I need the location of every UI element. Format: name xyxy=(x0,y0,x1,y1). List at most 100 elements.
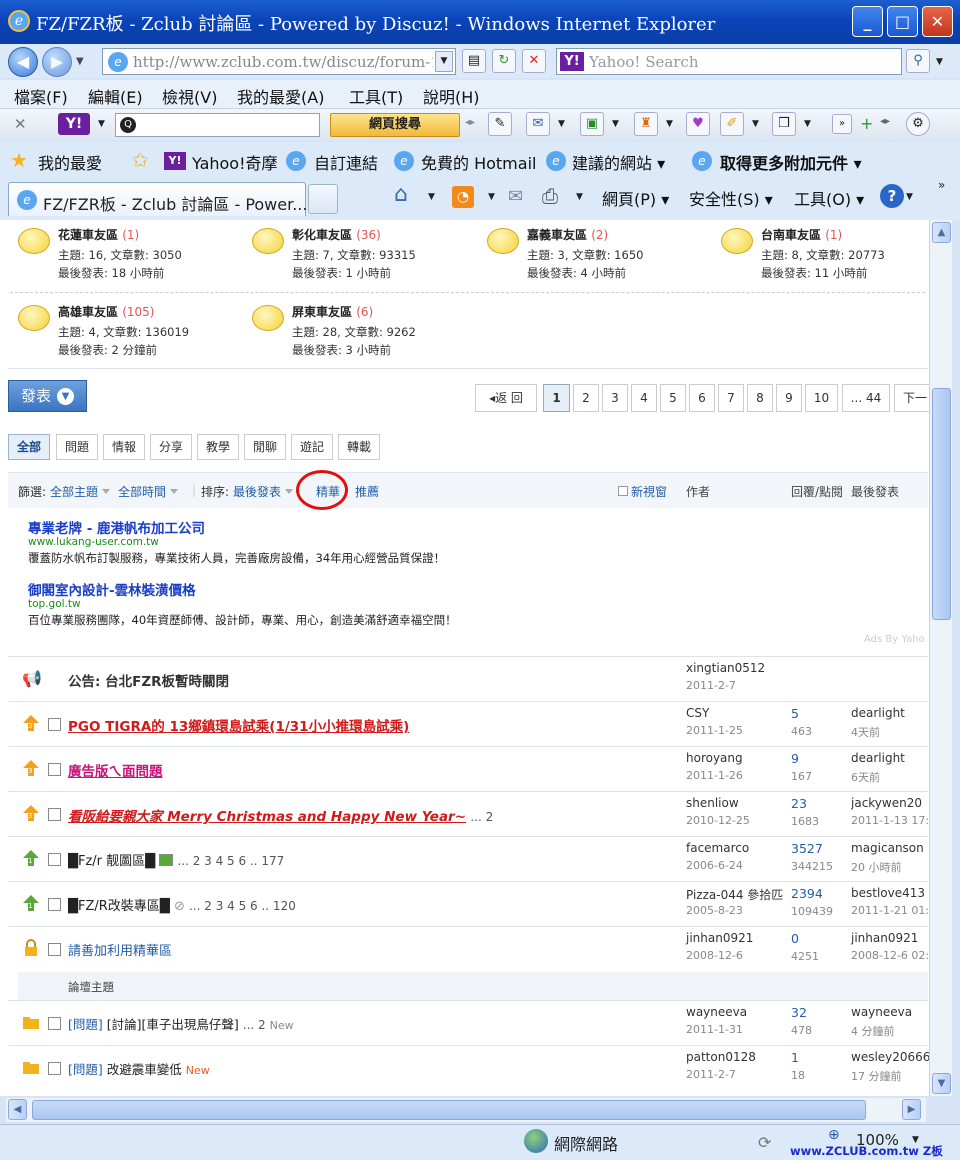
vertical-scrollbar[interactable]: ▲ ▼ xyxy=(929,220,952,1096)
maximize-button[interactable]: □ xyxy=(887,6,918,37)
forum-card[interactable]: 高雄車友區 (105) 主題: 4, 文章數: 136019 最後發表: 2 分… xyxy=(18,303,248,363)
fav-link-addons[interactable]: 取得更多附加元件 ▾ xyxy=(720,150,862,174)
print-icon[interactable]: ⎙ xyxy=(542,184,558,208)
forum-name[interactable]: 高雄車友區 (105) xyxy=(58,303,154,320)
page-2[interactable]: 2 xyxy=(573,384,599,412)
page-3[interactable]: 3 xyxy=(602,384,628,412)
thread-title[interactable]: 廣告版ㄟ面問題 xyxy=(68,760,163,780)
address-field[interactable]: e http://www.zclub.com.tw/discuz/forum-1… xyxy=(102,48,456,75)
type-tab-chat[interactable]: 閒聊 xyxy=(244,434,286,460)
toolbar-close-icon[interactable]: ✕ xyxy=(14,115,27,133)
thread-last-poster[interactable]: dearlight xyxy=(851,706,929,720)
notepad-icon[interactable]: ✎ xyxy=(488,112,512,136)
print-dropdown-icon[interactable]: ▼ xyxy=(576,192,583,202)
thread-author[interactable]: xingtian0512 xyxy=(686,661,765,675)
new-window-checkbox[interactable] xyxy=(618,486,628,496)
ad-title[interactable]: 專業老牌 - 鹿港帆布加工公司 xyxy=(28,517,205,537)
help-icon[interactable]: ? xyxy=(880,184,904,208)
thread-checkbox[interactable] xyxy=(48,853,61,866)
sort-select[interactable]: 最後發表 xyxy=(233,483,294,500)
home-dropdown-icon[interactable]: ▼ xyxy=(428,192,435,202)
stop-icon[interactable]: ✕ xyxy=(522,49,546,73)
horizontal-scrollbar[interactable]: ◀ ▶ xyxy=(6,1098,926,1122)
compat-view-icon[interactable]: ▤ xyxy=(462,49,486,73)
page-5[interactable]: 5 xyxy=(660,384,686,412)
thread-last-poster[interactable]: jackywen20 xyxy=(851,796,929,810)
thread-title[interactable]: 請善加利用精華區 xyxy=(68,940,172,959)
page-last[interactable]: ... 44 xyxy=(842,384,890,412)
web-search-button[interactable]: 網頁搜尋 xyxy=(330,113,460,137)
yahoo-menu-dropdown-icon[interactable]: ▼ xyxy=(98,119,105,129)
page-8[interactable]: 8 xyxy=(747,384,773,412)
thread-title[interactable]: 公告: 台北FZR板暫時關閉 xyxy=(68,670,229,690)
thread-last-poster[interactable]: magicanson xyxy=(851,841,929,855)
fav-link-hotmail[interactable]: 免費的 Hotmail xyxy=(421,150,536,174)
page-10[interactable]: 10 xyxy=(805,384,838,412)
ad-title[interactable]: 御閣室內設計-雲林裝潢價格 xyxy=(28,579,196,599)
thread-checkbox[interactable] xyxy=(48,1062,61,1075)
table-row[interactable]: [問題] 改避震車變低 New patton0128 2011-2-7 1 18… xyxy=(8,1045,929,1090)
safety-menu[interactable]: 安全性(S) ▾ xyxy=(689,186,773,210)
table-row[interactable]: 1 █FZ/R改裝專區█ ⊘ ... 2 3 4 5 6 .. 120 Pizz… xyxy=(8,881,929,926)
page-4[interactable]: 4 xyxy=(631,384,657,412)
thread-author[interactable]: patton0128 xyxy=(686,1050,756,1064)
filter-topics[interactable]: 全部主題 xyxy=(50,483,111,500)
forum-card[interactable]: 屏東車友區 (6) 主題: 28, 文章數: 9262 最後發表: 3 小時前 xyxy=(252,303,482,363)
chevron-more-icon[interactable]: » xyxy=(938,178,945,192)
close-button[interactable]: ✕ xyxy=(922,6,953,37)
add-favorite-icon[interactable]: ✩ xyxy=(132,148,149,172)
back-icon[interactable]: ◀ xyxy=(8,47,38,77)
forum-name[interactable]: 台南車友區 (1) xyxy=(761,226,842,243)
type-tab-all[interactable]: 全部 xyxy=(8,434,50,460)
thread-last-poster[interactable]: dearlight xyxy=(851,751,929,765)
search-options-icon[interactable]: ▼ xyxy=(936,57,943,67)
rss-dropdown-icon[interactable]: ▼ xyxy=(488,192,495,202)
thread-author[interactable]: horoyang xyxy=(686,751,743,765)
thread-last-poster[interactable]: jinhan0921 xyxy=(851,931,929,945)
bookmark-icon[interactable]: ❒ xyxy=(772,112,796,136)
ad-url[interactable]: top.gol.tw xyxy=(28,598,81,610)
scroll-up-icon[interactable]: ▲ xyxy=(932,222,951,243)
table-row[interactable]: 3 廣告版ㄟ面問題 horoyang 2011-1-26 9 167 dearl… xyxy=(8,746,928,791)
menu-help[interactable]: 說明(H) xyxy=(423,84,480,108)
zoom-icon[interactable]: ⊕ xyxy=(828,1127,840,1143)
more-icon[interactable]: » xyxy=(832,114,852,134)
favorites-button[interactable]: 我的最愛 xyxy=(38,150,102,174)
forum-card[interactable]: 台南車友區 (1) 主題: 8, 文章數: 20773 最後發表: 11 小時前 xyxy=(721,226,929,286)
fav-link-suggested[interactable]: 建議的網站 ▾ xyxy=(572,150,665,174)
thread-author[interactable]: jinhan0921 xyxy=(686,931,753,945)
photo-icon[interactable]: ▣ xyxy=(580,112,604,136)
search-go-icon[interactable]: ⚲ xyxy=(906,49,930,73)
tab-current[interactable]: e FZ/FZR板 - Zclub 討論區 - Power... xyxy=(8,182,307,216)
help-dropdown-icon[interactable]: ▼ xyxy=(906,192,913,202)
history-dropdown-icon[interactable]: ▼ xyxy=(76,56,84,67)
filter-time[interactable]: 全部時間 xyxy=(118,483,179,500)
thread-author[interactable]: CSY xyxy=(686,706,709,720)
mail-icon[interactable]: ✉ xyxy=(526,112,550,136)
address-dropdown-icon[interactable]: ▼ xyxy=(435,51,453,72)
rss-icon[interactable]: ◔ xyxy=(452,186,474,208)
type-tab-info[interactable]: 情報 xyxy=(103,434,145,460)
thread-last-poster[interactable]: wayneeva xyxy=(851,1005,929,1019)
menu-file[interactable]: 檔案(F) xyxy=(14,84,68,108)
vertical-scroll-thumb[interactable] xyxy=(932,388,951,620)
refresh-icon[interactable]: ↻ xyxy=(492,49,516,73)
type-tab-tutorial[interactable]: 教學 xyxy=(197,434,239,460)
pencil-icon[interactable]: ✐ xyxy=(720,112,744,136)
stamp-dropdown-icon[interactable]: ▼ xyxy=(666,119,673,129)
filter-recommend[interactable]: 推薦 xyxy=(355,483,379,500)
forum-card[interactable]: 彰化車友區 (36) 主題: 7, 文章數: 93315 最後發表: 1 小時前 xyxy=(252,226,482,286)
table-row[interactable]: [問題] [討論][車子出現鳥仔聲] ... 2 New wayneeva 20… xyxy=(8,1000,928,1045)
heart-icon[interactable]: ♥ xyxy=(686,112,710,136)
menu-tools[interactable]: 工具(T) xyxy=(349,84,403,108)
menu-edit[interactable]: 編輯(E) xyxy=(88,84,143,108)
menu-view[interactable]: 檢視(V) xyxy=(162,84,217,108)
thread-checkbox[interactable] xyxy=(48,808,61,821)
thread-checkbox[interactable] xyxy=(48,898,61,911)
mail-dropdown-icon[interactable]: ▼ xyxy=(558,119,565,129)
page-1[interactable]: 1 xyxy=(543,384,570,412)
photo-dropdown-icon[interactable]: ▼ xyxy=(612,119,619,129)
page-6[interactable]: 6 xyxy=(689,384,715,412)
bookmark-dropdown-icon[interactable]: ▼ xyxy=(804,119,811,129)
table-row[interactable]: 3 看阪給要親大家 Merry Christmas and Happy New … xyxy=(8,791,929,836)
